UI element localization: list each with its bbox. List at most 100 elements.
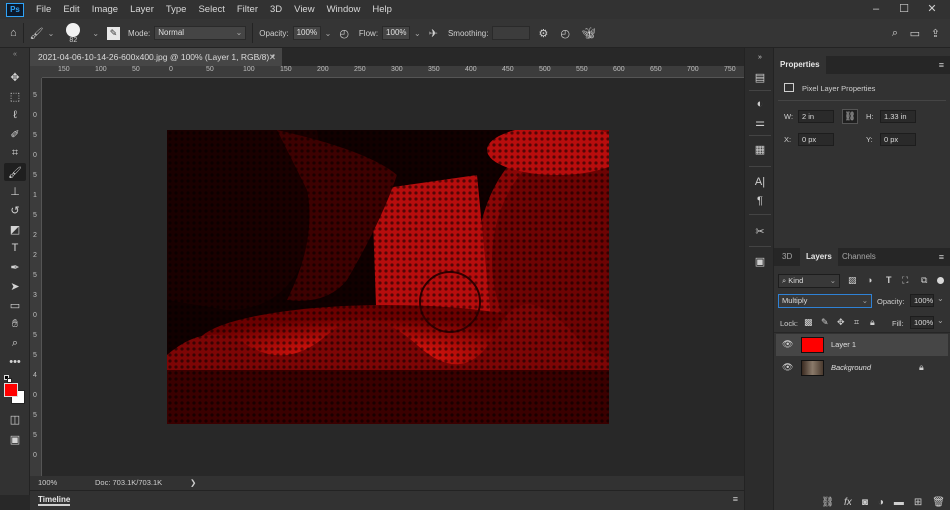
- chevron-down-icon[interactable]: ⌄: [414, 29, 421, 38]
- mode-select[interactable]: Normal ⌄: [154, 26, 247, 40]
- gear-icon[interactable]: ⚙: [538, 27, 548, 40]
- eye-icon[interactable]: 👁︎: [782, 363, 793, 372]
- rectangle-tool-icon[interactable]: ▭: [4, 296, 26, 314]
- panel-expand-icon[interactable]: »: [751, 50, 769, 66]
- menu-help[interactable]: Help: [366, 4, 398, 15]
- flow-input[interactable]: 100%: [382, 26, 411, 40]
- horizontal-ruler[interactable]: 150 100 50 0 50 100 150 200 250 300 350 400 450 500 55…: [42, 66, 744, 78]
- menu-file[interactable]: File: [30, 4, 57, 15]
- adjustments-panel-icon[interactable]: ⚌: [751, 115, 769, 131]
- lock-position-icon[interactable]: ✥: [837, 317, 845, 328]
- layer-opacity-input[interactable]: 100%: [910, 294, 934, 307]
- eye-icon[interactable]: 👁︎: [782, 340, 793, 349]
- filter-smart-object-icon[interactable]: ⧉: [921, 275, 927, 286]
- ruler-corner[interactable]: [30, 66, 42, 78]
- brush-tool-icon[interactable]: 🖌︎: [4, 163, 26, 181]
- chevron-down-icon[interactable]: ⌄: [937, 316, 944, 325]
- eraser-tool-icon[interactable]: ◩: [4, 220, 26, 238]
- blend-mode-select[interactable]: Multiply ⌄: [778, 294, 872, 308]
- tab-properties[interactable]: Properties: [774, 56, 826, 74]
- tool-presets-icon[interactable]: ✂︎: [751, 224, 769, 240]
- pressure-opacity-icon[interactable]: ◴: [339, 27, 349, 40]
- chevron-down-icon[interactable]: ⌄: [92, 29, 99, 38]
- link-layers-icon[interactable]: ⛓: [821, 497, 834, 508]
- fill-input[interactable]: 100%: [910, 316, 934, 329]
- marquee-tool-icon[interactable]: ⬚: [4, 87, 26, 105]
- fx-icon[interactable]: fx: [844, 497, 852, 508]
- new-group-icon[interactable]: ▬: [894, 497, 904, 508]
- menu-type[interactable]: Type: [160, 4, 193, 15]
- minimize-button[interactable]: –: [862, 0, 890, 19]
- pressure-size-icon[interactable]: ◴: [560, 27, 570, 40]
- trash-icon[interactable]: 🗑︎: [932, 497, 945, 508]
- maximize-button[interactable]: ☐: [890, 0, 918, 19]
- menu-view[interactable]: View: [288, 4, 320, 15]
- menu-window[interactable]: Window: [321, 4, 367, 15]
- layer-name[interactable]: Background: [831, 363, 871, 372]
- smoothing-input[interactable]: [492, 26, 531, 40]
- x-input[interactable]: 0 px: [798, 133, 834, 146]
- new-layer-icon[interactable]: ⊞: [914, 497, 922, 508]
- pen-tool-icon[interactable]: ✒︎: [4, 258, 26, 276]
- workspace-icon[interactable]: ▭: [910, 27, 920, 40]
- color-panel-icon[interactable]: ◐: [751, 96, 769, 112]
- opacity-input[interactable]: 100%: [292, 26, 321, 40]
- add-mask-icon[interactable]: ◙: [862, 497, 868, 508]
- menu-layer[interactable]: Layer: [124, 4, 160, 15]
- tab-channels[interactable]: Channels: [836, 248, 882, 266]
- symmetry-icon[interactable]: 🦋︎: [582, 27, 596, 40]
- close-window-button[interactable]: ✕: [918, 0, 946, 19]
- paragraph-panel-icon[interactable]: ¶: [751, 193, 769, 209]
- home-icon[interactable]: ⌂: [10, 27, 17, 39]
- airbrush-icon[interactable]: ✈︎: [429, 27, 438, 40]
- chevron-down-icon[interactable]: ⌄: [937, 294, 944, 303]
- move-tool-icon[interactable]: ✥: [4, 68, 26, 86]
- height-input[interactable]: 1.33 in: [880, 110, 916, 123]
- menu-3d[interactable]: 3D: [264, 4, 288, 15]
- filter-pixel-icon[interactable]: ▨: [848, 275, 857, 286]
- filter-shape-icon[interactable]: ⛶: [902, 275, 908, 286]
- chevron-down-icon[interactable]: ⌄: [325, 29, 332, 38]
- close-icon[interactable]: ✕: [269, 48, 276, 66]
- lock-transparent-icon[interactable]: ▩: [804, 317, 813, 328]
- adjustment-layer-icon[interactable]: ◑: [878, 497, 884, 508]
- vertical-ruler[interactable]: 5 0 5 0 5 1 5 2 2 5 3 0 5 5 4 0 5 5 0: [30, 78, 42, 476]
- crop-tool-icon[interactable]: ⌗: [4, 144, 26, 162]
- properties-panel-icon[interactable]: ▣: [751, 254, 769, 270]
- layer-row[interactable]: 👁︎ Background 🔒︎: [776, 357, 948, 379]
- history-brush-tool-icon[interactable]: ↺: [4, 201, 26, 219]
- panel-collapse-icon[interactable]: «: [0, 48, 30, 62]
- lasso-tool-icon[interactable]: ℓ: [4, 106, 26, 124]
- status-menu-arrow-icon[interactable]: ❯: [190, 476, 196, 490]
- menu-select[interactable]: Select: [192, 4, 230, 15]
- menu-image[interactable]: Image: [86, 4, 124, 15]
- hand-tool-icon[interactable]: ✋︎: [4, 315, 26, 333]
- tab-layers[interactable]: Layers: [800, 248, 838, 266]
- brush-settings-icon[interactable]: ✎: [107, 26, 121, 40]
- document-tab[interactable]: 2021-04-06-10-14-26-600x400.jpg @ 100% (…: [30, 48, 282, 66]
- lock-pixels-icon[interactable]: ✎: [821, 317, 829, 328]
- menu-edit[interactable]: Edit: [57, 4, 85, 15]
- filter-toggle-icon[interactable]: [937, 277, 944, 284]
- chevron-down-icon[interactable]: ⌄: [48, 29, 55, 38]
- filter-adjustment-icon[interactable]: ◑: [867, 275, 872, 285]
- character-panel-icon[interactable]: A|: [751, 174, 769, 190]
- document-canvas[interactable]: [167, 130, 609, 424]
- panel-menu-icon[interactable]: ≡: [939, 252, 944, 262]
- link-dimensions-icon[interactable]: ⛓: [842, 109, 858, 124]
- filter-kind-select[interactable]: ⌕ Kind ⌄: [778, 274, 840, 288]
- lock-all-icon[interactable]: 🔒︎: [870, 317, 875, 328]
- libraries-panel-icon[interactable]: ▦: [751, 142, 769, 158]
- search-icon[interactable]: ⌕: [892, 27, 898, 40]
- path-selection-tool-icon[interactable]: ➤: [4, 277, 26, 295]
- share-icon[interactable]: ⇪: [931, 27, 940, 40]
- quick-mask-icon[interactable]: ◫: [4, 410, 26, 428]
- clone-stamp-tool-icon[interactable]: ⊥: [4, 182, 26, 200]
- y-input[interactable]: 0 px: [880, 133, 916, 146]
- screen-mode-icon[interactable]: ▣: [4, 430, 26, 448]
- more-tools-icon[interactable]: •••: [4, 353, 26, 371]
- layer-name[interactable]: Layer 1: [831, 340, 856, 349]
- brush-tool-icon[interactable]: 🖌︎: [30, 27, 44, 40]
- panel-menu-icon[interactable]: ≡: [733, 494, 738, 504]
- tab-3d[interactable]: 3D: [776, 248, 798, 266]
